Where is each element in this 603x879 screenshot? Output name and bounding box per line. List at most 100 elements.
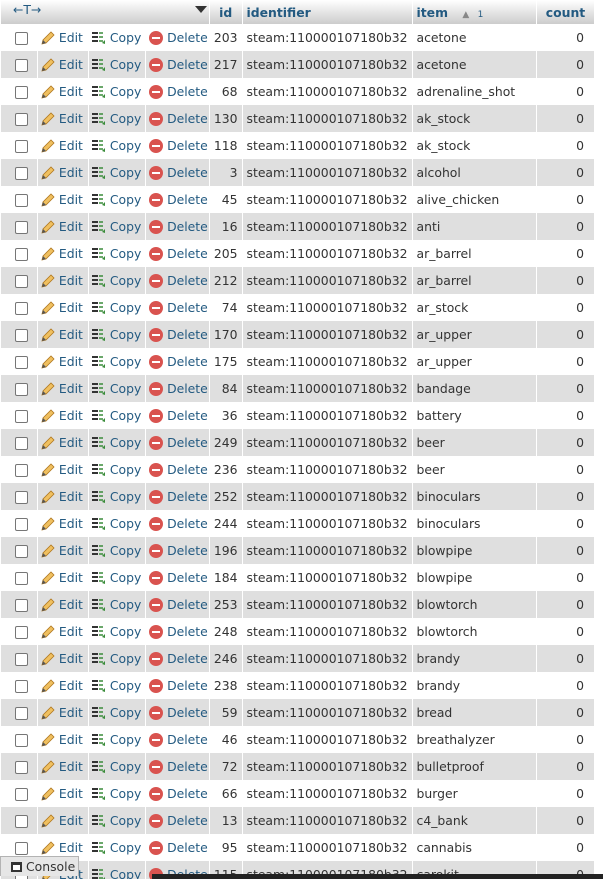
delete-button[interactable]: Delete [148, 839, 208, 856]
edit-button[interactable]: Edit [40, 380, 83, 397]
row-checkbox[interactable] [15, 761, 29, 774]
copy-button[interactable]: Copy [91, 380, 141, 397]
delete-button[interactable]: Delete [148, 731, 208, 748]
table-row[interactable]: Edit Copy Delete 130 steam:110000107180b32 ak… [1, 105, 596, 132]
copy-button[interactable]: Copy [91, 56, 141, 73]
delete-button[interactable]: Delete [148, 785, 208, 802]
edit-button[interactable]: Edit [40, 56, 83, 73]
edit-button[interactable]: Edit [40, 785, 83, 802]
copy-button[interactable]: Copy [91, 650, 141, 667]
table-row[interactable]: Edit Copy Delete 3 steam:110000107180b32 alco… [1, 159, 596, 186]
copy-button[interactable]: Copy [91, 191, 141, 208]
delete-button[interactable]: Delete [148, 218, 208, 235]
table-row[interactable]: Edit Copy Delete 249 steam:110000107180b32 be… [1, 429, 596, 456]
delete-button[interactable]: Delete [148, 434, 208, 451]
table-row[interactable]: Edit Copy Delete 236 steam:110000107180b32 be… [1, 456, 596, 483]
edit-button[interactable]: Edit [40, 569, 83, 586]
copy-button[interactable]: Copy [91, 866, 141, 879]
copy-button[interactable]: Copy [91, 542, 141, 559]
delete-button[interactable]: Delete [148, 164, 208, 181]
delete-button[interactable]: Delete [148, 677, 208, 694]
edit-button[interactable]: Edit [40, 623, 83, 640]
edit-button[interactable]: Edit [40, 218, 83, 235]
edit-button[interactable]: Edit [40, 407, 83, 424]
row-checkbox[interactable] [15, 248, 29, 261]
edit-button[interactable]: Edit [40, 191, 83, 208]
row-checkbox[interactable] [15, 653, 29, 666]
row-checkbox[interactable] [15, 545, 29, 558]
delete-button[interactable]: Delete [148, 191, 208, 208]
row-checkbox[interactable] [15, 140, 29, 153]
edit-button[interactable]: Edit [40, 29, 83, 46]
row-checkbox[interactable] [15, 572, 29, 585]
table-row[interactable]: Edit Copy Delete 118 steam:110000107180b32 ak… [1, 132, 596, 159]
chevron-down-icon[interactable] [195, 6, 207, 13]
copy-button[interactable]: Copy [91, 461, 141, 478]
column-header-item[interactable]: item ▲ 1 [412, 0, 537, 24]
edit-button[interactable]: Edit [40, 731, 83, 748]
table-row[interactable]: Edit Copy Delete 36 steam:110000107180b32 bat… [1, 402, 596, 429]
row-checkbox[interactable] [15, 275, 29, 288]
row-checkbox[interactable] [15, 491, 29, 504]
copy-button[interactable]: Copy [91, 839, 141, 856]
delete-button[interactable]: Delete [148, 461, 208, 478]
table-row[interactable]: Edit Copy Delete 212 steam:110000107180b32 ar… [1, 267, 596, 294]
copy-button[interactable]: Copy [91, 245, 141, 262]
table-row[interactable]: Edit Copy Delete 217 steam:110000107180b32 ac… [1, 51, 596, 78]
row-checkbox[interactable] [15, 410, 29, 423]
edit-button[interactable]: Edit [40, 677, 83, 694]
row-checkbox[interactable] [15, 383, 29, 396]
edit-button[interactable]: Edit [40, 488, 83, 505]
horizontal-scrollbar[interactable] [152, 874, 603, 879]
column-header-identifier[interactable]: identifier [242, 0, 413, 24]
copy-button[interactable]: Copy [91, 272, 141, 289]
row-checkbox[interactable] [15, 842, 29, 855]
row-checkbox[interactable] [15, 221, 29, 234]
table-row[interactable]: Edit Copy Delete 66 steam:110000107180b32 bur… [1, 780, 596, 807]
copy-button[interactable]: Copy [91, 812, 141, 829]
edit-button[interactable]: Edit [40, 758, 83, 775]
row-checkbox[interactable] [15, 194, 29, 207]
edit-button[interactable]: Edit [40, 839, 83, 856]
table-row[interactable]: Edit Copy Delete 252 steam:110000107180b32 bi… [1, 483, 596, 510]
copy-button[interactable]: Copy [91, 434, 141, 451]
delete-button[interactable]: Delete [148, 137, 208, 154]
edit-button[interactable]: Edit [40, 434, 83, 451]
delete-button[interactable]: Delete [148, 299, 208, 316]
table-row[interactable]: Edit Copy Delete 184 steam:110000107180b32 bl… [1, 564, 596, 591]
table-row[interactable]: Edit Copy Delete 170 steam:110000107180b32 ar… [1, 321, 596, 348]
row-checkbox[interactable] [15, 707, 29, 720]
table-row[interactable]: Edit Copy Delete 59 steam:110000107180b32 bre… [1, 699, 596, 726]
copy-button[interactable]: Copy [91, 353, 141, 370]
table-row[interactable]: Edit Copy Delete 46 steam:110000107180b32 bre… [1, 726, 596, 753]
row-checkbox[interactable] [15, 86, 29, 99]
delete-button[interactable]: Delete [148, 758, 208, 775]
delete-button[interactable]: Delete [148, 650, 208, 667]
delete-button[interactable]: Delete [148, 623, 208, 640]
edit-button[interactable]: Edit [40, 83, 83, 100]
row-checkbox[interactable] [15, 464, 29, 477]
copy-button[interactable]: Copy [91, 83, 141, 100]
table-row[interactable]: Edit Copy Delete 45 steam:110000107180b32 ali… [1, 186, 596, 213]
row-checkbox[interactable] [15, 356, 29, 369]
row-checkbox[interactable] [15, 32, 29, 45]
copy-button[interactable]: Copy [91, 623, 141, 640]
delete-button[interactable]: Delete [148, 596, 208, 613]
table-row[interactable]: Edit Copy Delete 72 steam:110000107180b32 bul… [1, 753, 596, 780]
edit-button[interactable]: Edit [40, 299, 83, 316]
delete-button[interactable]: Delete [148, 812, 208, 829]
row-checkbox[interactable] [15, 59, 29, 72]
delete-button[interactable]: Delete [148, 29, 208, 46]
edit-button[interactable]: Edit [40, 326, 83, 343]
row-checkbox[interactable] [15, 113, 29, 126]
table-row[interactable]: Edit Copy Delete 84 steam:110000107180b32 ban… [1, 375, 596, 402]
row-checkbox[interactable] [15, 599, 29, 612]
vertical-scrollbar[interactable] [596, 0, 603, 879]
edit-button[interactable]: Edit [40, 245, 83, 262]
row-checkbox[interactable] [15, 518, 29, 531]
table-row[interactable]: Edit Copy Delete 253 steam:110000107180b32 bl… [1, 591, 596, 618]
copy-button[interactable]: Copy [91, 785, 141, 802]
edit-button[interactable]: Edit [40, 164, 83, 181]
copy-button[interactable]: Copy [91, 488, 141, 505]
delete-button[interactable]: Delete [148, 83, 208, 100]
